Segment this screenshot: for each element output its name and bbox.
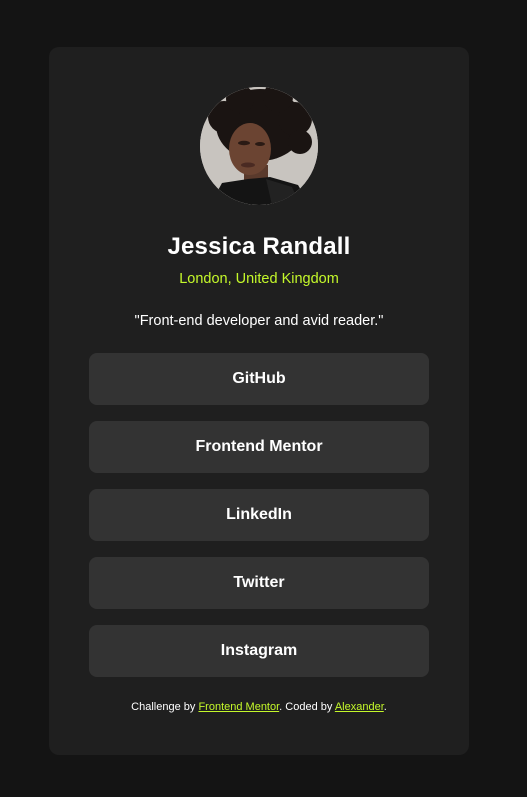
- frontend-mentor-attribution-link[interactable]: Frontend Mentor: [198, 701, 279, 713]
- frontend-mentor-link-button[interactable]: Frontend Mentor: [89, 421, 429, 473]
- profile-location: London, United Kingdom: [179, 271, 339, 287]
- instagram-link-button[interactable]: Instagram: [89, 625, 429, 677]
- attribution: Challenge by Frontend Mentor. Coded by A…: [49, 701, 469, 713]
- avatar: [200, 87, 318, 205]
- profile-card: Jessica Randall London, United Kingdom "…: [49, 47, 469, 755]
- social-links: GitHub Frontend Mentor LinkedIn Twitter …: [89, 353, 429, 693]
- author-attribution-link[interactable]: Alexander: [335, 701, 384, 713]
- attribution-suffix: .: [383, 701, 387, 713]
- attribution-prefix: Challenge by: [131, 701, 199, 713]
- github-link-button[interactable]: GitHub: [89, 353, 429, 405]
- attribution-middle: . Coded by: [279, 701, 335, 713]
- linkedin-link-button[interactable]: LinkedIn: [89, 489, 429, 541]
- avatar-photo: [200, 87, 318, 205]
- twitter-link-button[interactable]: Twitter: [89, 557, 429, 609]
- profile-name: Jessica Randall: [167, 233, 351, 260]
- profile-bio: "Front-end developer and avid reader.": [134, 313, 384, 329]
